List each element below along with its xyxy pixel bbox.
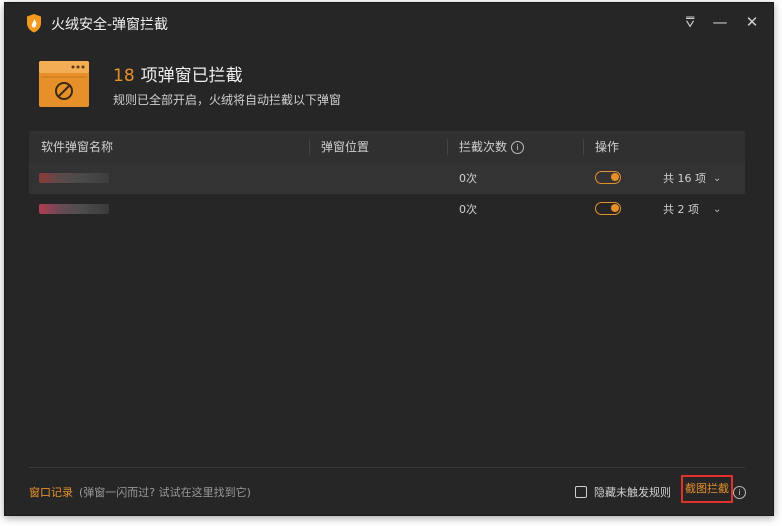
- window-title: 火绒安全-弹窗拦截: [51, 17, 169, 33]
- info-icon[interactable]: i: [733, 486, 746, 499]
- blurred-app-name: [39, 173, 109, 183]
- minimize-button[interactable]: —: [709, 11, 731, 33]
- rule-total[interactable]: 共 16 项: [663, 163, 706, 194]
- huorong-shield-logo-icon: [27, 14, 41, 33]
- window-log-hint: (弹窗一闪而过? 试试在这里找到它): [79, 486, 251, 499]
- column-header-position: 弹窗位置: [321, 140, 370, 154]
- window-block-icon: [39, 61, 89, 107]
- table-header: 软件弹窗名称 弹窗位置 拦截次数 i 操作: [29, 131, 745, 163]
- popup-rules-table: 软件弹窗名称 弹窗位置 拦截次数 i 操作 0次 共 16 项 ⌄ 0次 共 2 …: [29, 131, 745, 225]
- window-log-link[interactable]: 窗口记录: [29, 484, 73, 500]
- menu-icon[interactable]: ⩢: [679, 11, 701, 33]
- headline-text: 项弹窗已拦截: [140, 66, 243, 86]
- toggle-knob: [611, 173, 619, 181]
- column-header-count: 拦截次数 i: [459, 131, 525, 163]
- column-divider: [309, 139, 310, 155]
- page-headline: 18 项弹窗已拦截: [113, 61, 243, 86]
- chevron-down-icon[interactable]: ⌄: [713, 194, 721, 225]
- info-icon[interactable]: i: [511, 141, 525, 154]
- column-divider: [447, 139, 448, 155]
- column-divider: [583, 139, 584, 155]
- footer-divider: [29, 467, 745, 468]
- block-count: 0次: [459, 203, 477, 216]
- chevron-down-icon[interactable]: ⌄: [713, 163, 721, 194]
- blurred-app-name: [39, 204, 109, 214]
- rule-toggle[interactable]: [595, 202, 621, 215]
- page-subtitle: 规则已全部开启，火绒将自动拦截以下弹窗: [113, 93, 342, 107]
- column-header-action: 操作: [595, 140, 620, 154]
- close-button[interactable]: ✕: [741, 11, 763, 33]
- rule-toggle[interactable]: [595, 171, 621, 184]
- toggle-knob: [611, 204, 619, 212]
- title-bar: 火绒安全-弹窗拦截 ⩢ — ✕: [5, 3, 773, 41]
- column-header-count-label: 拦截次数: [459, 140, 508, 154]
- rule-total[interactable]: 共 2 项: [663, 194, 699, 225]
- hide-untriggered-rules-label[interactable]: 隐藏未触发规则: [594, 484, 671, 500]
- app-window: 火绒安全-弹窗拦截 ⩢ — ✕ 18 项弹窗已拦截 规则已全部开启，火绒将自动拦截…: [4, 2, 774, 516]
- blocked-count: 18: [113, 66, 135, 86]
- screenshot-block-button[interactable]: 截图拦截: [681, 475, 733, 503]
- block-count: 0次: [459, 172, 477, 185]
- table-row[interactable]: 0次 共 2 项 ⌄: [29, 194, 745, 225]
- column-header-name: 软件弹窗名称: [41, 140, 114, 154]
- table-row[interactable]: 0次 共 16 项 ⌄: [29, 163, 745, 194]
- hide-untriggered-rules-checkbox[interactable]: [575, 486, 587, 498]
